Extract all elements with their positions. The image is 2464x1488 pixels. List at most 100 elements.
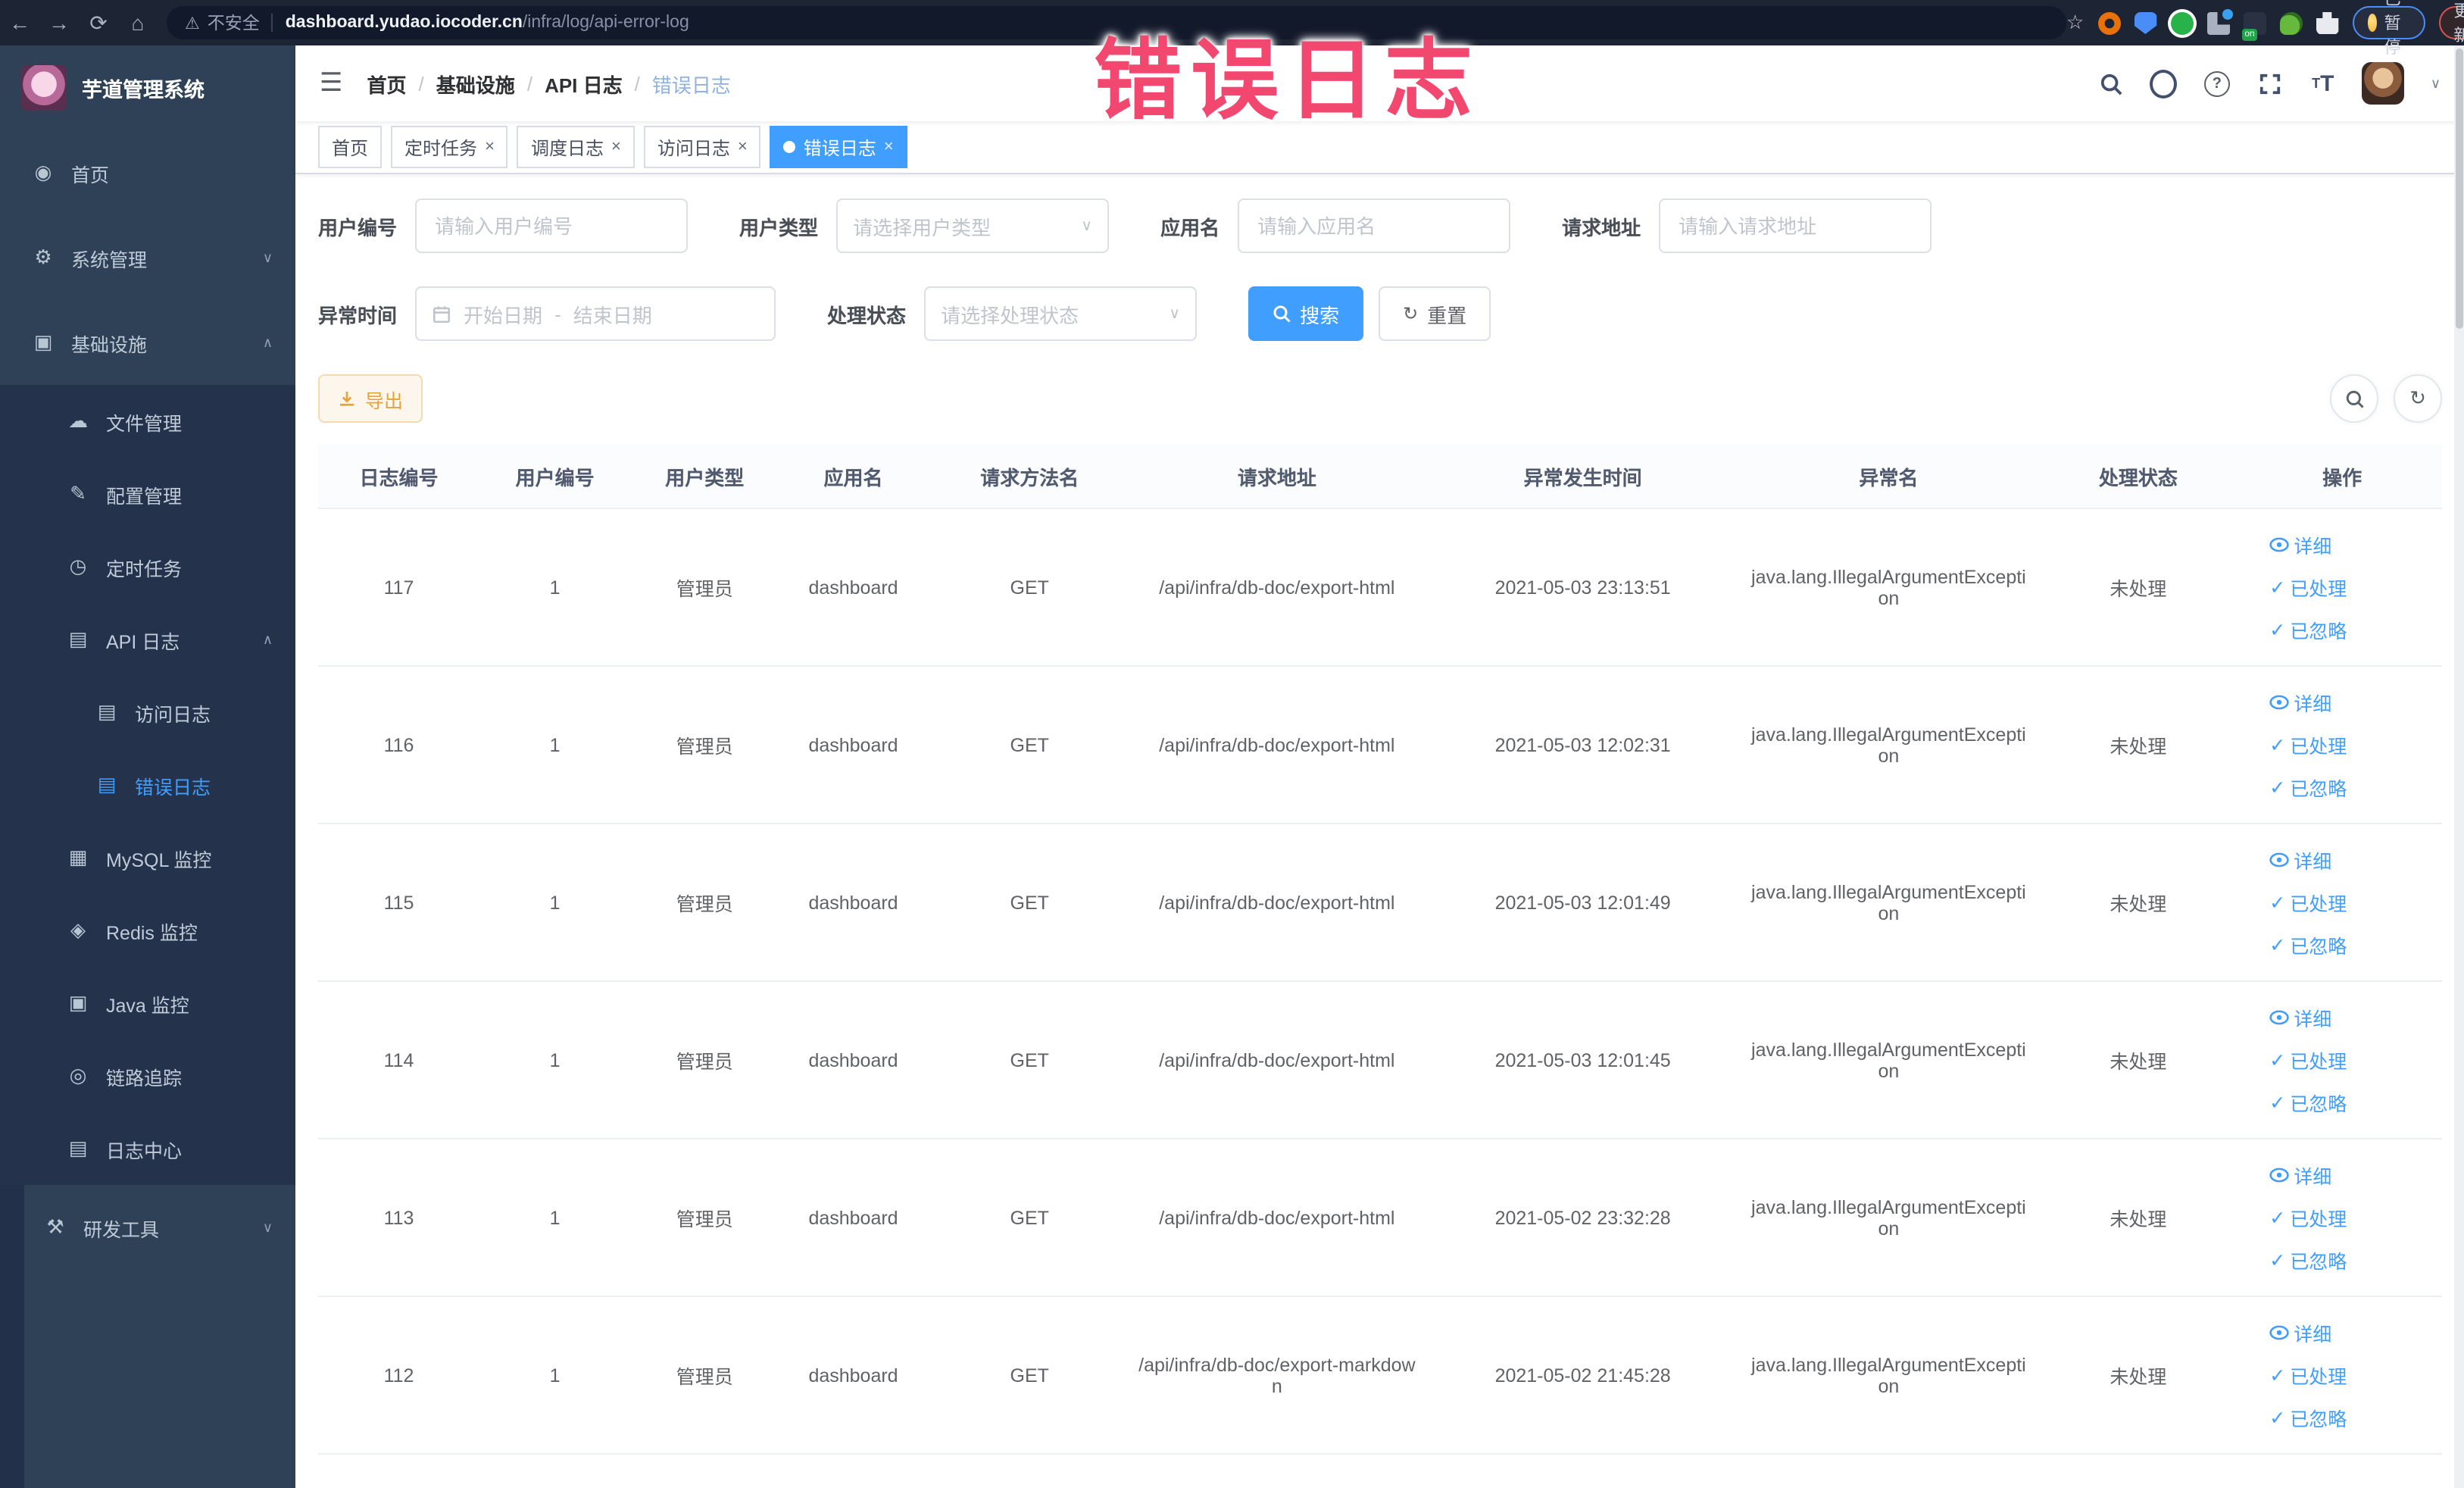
error-log-icon: ▤ [97,773,117,796]
column-header: 异常发生时间 [1422,444,1744,509]
user-id-input[interactable] [415,199,689,253]
action-process-link[interactable]: ✓ 已忽略 [2269,615,2347,644]
sidebar-item[interactable]: ◉ 首页 [0,130,295,215]
extension-icon[interactable] [2279,11,2303,34]
breadcrumb-item[interactable]: 首页 [367,69,407,98]
cell-user_id: 1 [479,981,631,1139]
action-process-link[interactable]: ✓ 已忽略 [2269,1246,2347,1274]
sidebar-item[interactable]: ◷ 定时任务 [0,530,295,603]
sidebar-logo-row[interactable]: 芋道管理系统 [0,45,295,130]
filter-user-id: 用户编号 [318,199,689,253]
tab[interactable]: 首页 [318,126,383,168]
sidebar-item[interactable]: ⚒ 研发工具 ∨ [24,1185,295,1270]
action-process-link[interactable]: ✓ 已忽略 [2269,1403,2347,1432]
sidebar-item[interactable]: ▤ 日志中心 [0,1112,295,1185]
table-tools: ↻ [2330,374,2442,423]
sidebar-item[interactable]: ◎ 链路追踪 [0,1039,295,1112]
action-detail-link[interactable]: 详细 [2269,846,2331,874]
sidebar-item[interactable]: ☁ 文件管理 [0,385,295,458]
extensions-puzzle-icon[interactable] [2316,11,2339,34]
browser-forward-icon[interactable]: → [39,11,79,35]
browser-update-button[interactable]: 更新 ⋮ [2438,3,2464,45]
bookmark-star-icon[interactable]: ☆ [2066,11,2084,35]
page-scrollbar[interactable] [2454,45,2464,1488]
action-process-link[interactable]: ✓ 已处理 [2269,573,2347,602]
tab[interactable]: 定时任务 × [391,126,508,168]
request-url-input[interactable] [1659,199,1932,253]
browser-home-icon[interactable]: ⌂ [118,11,158,35]
sidebar-item[interactable]: ▤ 访问日志 [0,676,295,749]
cell-method: GET [927,508,1132,667]
export-button[interactable]: 导出 [318,374,423,423]
avatar[interactable] [2362,62,2405,105]
browser-reload-icon[interactable]: ⟳ [79,10,118,36]
fullscreen-icon[interactable] [2256,70,2284,97]
extension-icon[interactable] [2170,11,2194,34]
font-size-icon[interactable]: TT [2309,70,2337,97]
action-process-link[interactable]: ✓ 已处理 [2269,1361,2347,1390]
table-row: 113 1 管理员 dashboard GET/api/infra/db-doc/exp… [318,1139,2442,1297]
user-type-select[interactable]: 请选择用户类型 ∨ [836,199,1110,253]
chevron-down-icon[interactable]: ∨ [2431,75,2441,92]
eye-icon [2269,1168,2289,1183]
refresh-button[interactable]: ↻ [2394,374,2442,423]
extension-shield-icon[interactable] [2134,11,2157,34]
breadcrumb-item[interactable]: API 日志 [545,69,623,98]
eye-icon [2269,1325,2289,1340]
extension-icon[interactable] [2097,11,2121,34]
action-process-link[interactable]: ✓ 已处理 [2269,1046,2347,1074]
search-button[interactable]: 搜索 [1248,286,1364,341]
chevron-icon: ∧ [262,334,273,349]
github-icon[interactable] [2150,69,2178,98]
extension-on-icon[interactable] [2241,11,2266,40]
sidebar-item[interactable]: ▣ 基础设施 ∧ [0,300,295,385]
browser-back-icon[interactable]: ← [0,11,39,35]
date-range-input[interactable]: 开始日期 - 结束日期 [415,286,776,341]
sidebar-item[interactable]: ▤ 错误日志 [0,749,295,821]
action-process-link[interactable]: ✓ 已处理 [2269,888,2347,917]
sidebar-item[interactable]: ⚙ 系统管理 ∨ [0,215,295,300]
check-icon: ✓ [2269,1208,2286,1229]
tab[interactable]: 访问日志 × [643,126,761,168]
logo-rabbit-image [21,65,67,111]
action-detail-link[interactable]: 详细 [2269,688,2331,717]
tab[interactable]: 错误日志 × [770,126,907,168]
action-detail-link[interactable]: 详细 [2269,1318,2331,1347]
hamburger-icon[interactable]: ☰ [320,68,343,98]
cell-exception: java.lang.IllegalArgumentException [1743,824,2035,982]
action-process-link[interactable]: ✓ 已处理 [2269,730,2347,759]
breadcrumb-item[interactable]: 基础设施 [436,69,515,98]
profile-paused-pill[interactable]: 已暂停 [2352,0,2425,58]
close-icon[interactable]: × [884,138,894,155]
close-icon[interactable]: × [738,138,748,155]
sidebar-item[interactable]: ✎ 配置管理 [0,458,295,530]
action-detail-link[interactable]: 详细 [2269,1003,2331,1032]
action-detail-link[interactable]: 详细 [2269,530,2331,559]
cell-user_id: 1 [479,508,631,667]
table-toolbar: 导出 ↻ [318,374,2442,423]
sidebar-item[interactable]: ▤ API 日志 ∧ [0,603,295,676]
close-icon[interactable]: × [485,138,495,155]
action-process-link[interactable]: ✓ 已忽略 [2269,930,2347,959]
extension-grid-icon[interactable] [2206,8,2233,34]
app-name-input[interactable] [1238,199,1511,253]
scrollbar-thumb[interactable] [2456,48,2463,329]
search-icon[interactable] [2097,70,2125,97]
action-process-link[interactable]: ✓ 已处理 [2269,1203,2347,1232]
close-icon[interactable]: × [611,138,621,155]
cell-user_id: 1 [479,824,631,982]
cell-exception: java.lang.IllegalArgumentException [1743,1139,2035,1297]
action-process-link[interactable]: ✓ 已忽略 [2269,773,2347,802]
tab[interactable]: 调度日志 × [517,126,635,168]
reset-button[interactable]: ↻ 重置 [1379,286,1491,341]
address-bar[interactable]: ⚠ 不安全 dashboard.yudao.iocoder.cn/infra/l… [167,6,2066,39]
sidebar-item[interactable]: ▦ MySQL 监控 [0,821,295,894]
action-process-link[interactable]: ✓ 已忽略 [2269,1088,2347,1117]
divider [271,14,273,32]
action-detail-link[interactable]: 详细 [2269,1161,2331,1189]
process-status-select[interactable]: 请选择处理状态 ∨ [924,286,1198,341]
sidebar-item[interactable]: ▣ Java 监控 [0,967,295,1039]
sidebar-item[interactable]: ◈ Redis 监控 [0,894,295,967]
help-icon[interactable]: ? [2203,70,2231,97]
search-toggle-button[interactable] [2330,374,2378,423]
